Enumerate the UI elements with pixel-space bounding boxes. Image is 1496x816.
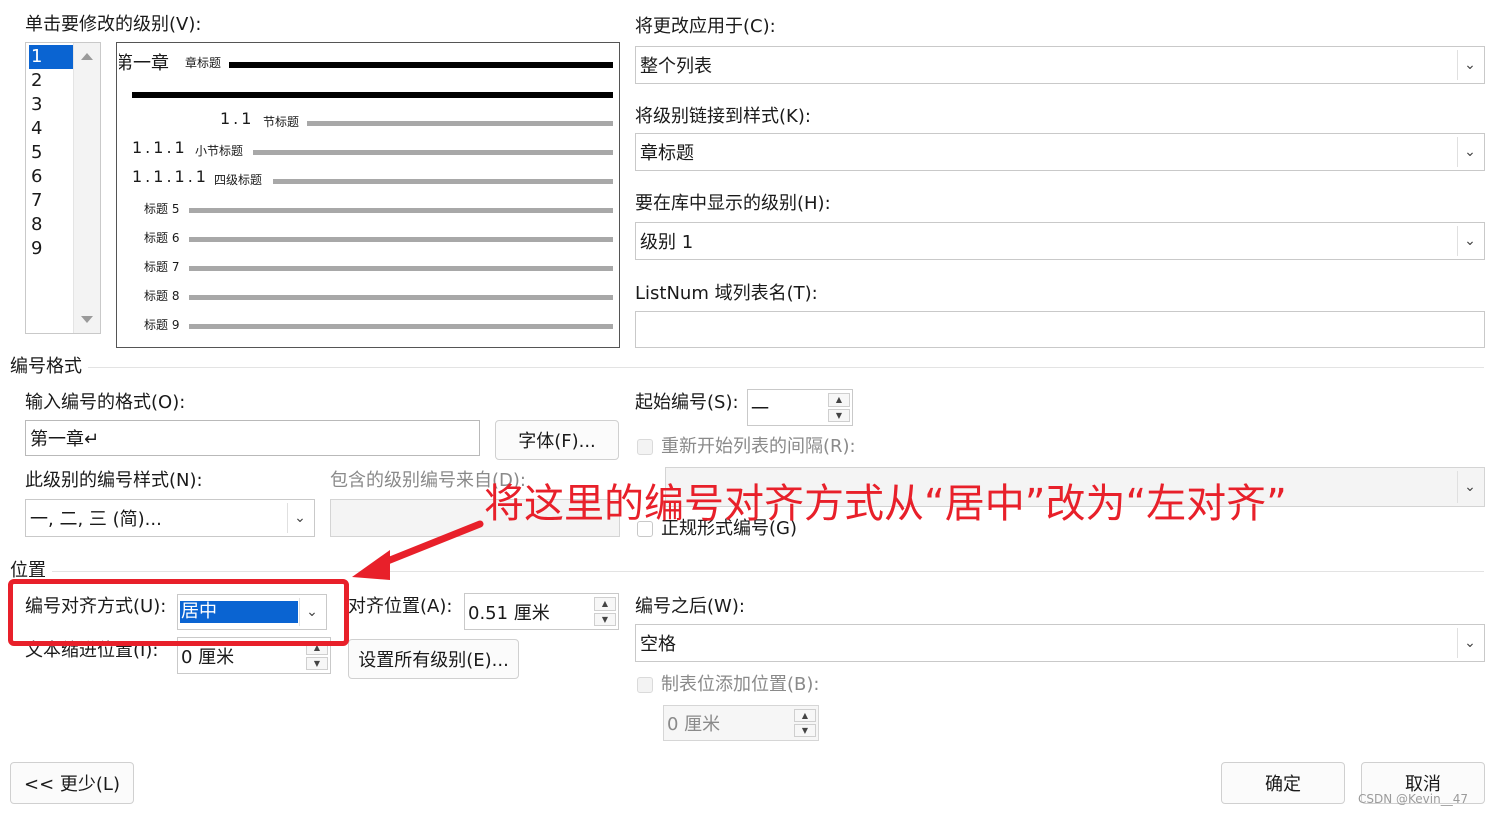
aligned-at-value: 0.51 厘米 (468, 602, 550, 624)
start-at-label: 起始编号(S): (635, 392, 739, 413)
level-item-5[interactable]: 5 (29, 141, 73, 165)
aligned-at-spinner[interactable]: 0.51 厘米 ▲ ▼ (464, 593, 619, 630)
number-style-combo[interactable]: 一, 二, 三 (简)... ⌄ (25, 499, 315, 537)
annotation-text: 将这里的编号对齐方式从“居中”改为“左对齐” (484, 481, 1287, 527)
level-list-label: 单击要修改的级别(V): (25, 14, 202, 35)
preview-level3-style: 小节标题 (195, 144, 244, 158)
position-divider (52, 571, 1484, 572)
preview-chapter-style: 章标题 (185, 56, 222, 70)
tab-stop-value: 0 厘米 (667, 714, 721, 735)
less-button[interactable]: << 更少(L) (10, 762, 134, 804)
chevron-down-icon[interactable]: ⌄ (1457, 137, 1482, 167)
number-style-label: 此级别的编号样式(N): (25, 470, 203, 491)
apply-to-combo[interactable]: 整个列表 ⌄ (635, 46, 1485, 84)
number-format-divider (88, 367, 1484, 368)
tab-stop-label: 制表位添加位置(B): (661, 674, 820, 695)
spin-down-icon[interactable]: ▼ (828, 408, 850, 422)
level-item-6[interactable]: 6 (29, 165, 73, 189)
level-item-3[interactable]: 3 (29, 93, 73, 117)
preview-chapter-number: 第一章 (116, 53, 169, 74)
chevron-down-icon[interactable]: ⌄ (1457, 50, 1482, 80)
preview-heading7-line (189, 266, 613, 271)
annotation-highlight-box (8, 579, 349, 646)
follow-number-value: 空格 (640, 634, 676, 655)
preview-level2-number: 1.1 (220, 109, 255, 128)
preview-heading8-line (189, 295, 613, 300)
level-preview: 第一章 章标题 1.1 节标题 1.1.1 小节标题 1.1.1.1 四级标题 … (116, 42, 620, 348)
preview-heading8: 标题 8 (144, 289, 180, 303)
preview-level2-line (307, 121, 613, 126)
level-item-8[interactable]: 8 (29, 213, 73, 237)
spin-down-icon[interactable]: ▼ (306, 656, 328, 670)
watermark: CSDN @Kevin__47 (1358, 792, 1468, 806)
apply-to-label: 将更改应用于(C): (635, 16, 776, 37)
format-input[interactable]: 第一章↵ (25, 420, 480, 456)
format-value: 第一章↵ (30, 429, 100, 450)
annotation-arrow-icon (352, 520, 484, 580)
restart-label: 重新开始列表的间隔(R): (661, 436, 856, 457)
gallery-level-combo[interactable]: 级别 1 ⌄ (635, 222, 1485, 260)
tab-stop-checkbox[interactable] (637, 677, 653, 693)
ok-button[interactable]: 确定 (1221, 762, 1345, 804)
preview-level4-style: 四级标题 (214, 173, 263, 187)
preview-heading5: 标题 5 (144, 202, 180, 216)
spin-down-icon[interactable]: ▼ (594, 612, 616, 626)
preview-level4-line (273, 179, 613, 184)
link-style-value: 章标题 (640, 143, 694, 164)
chevron-down-icon[interactable]: ⌄ (287, 503, 312, 533)
level-item-7[interactable]: 7 (29, 189, 73, 213)
spin-up-icon[interactable]: ▲ (594, 597, 616, 611)
format-label: 输入编号的格式(O): (25, 392, 186, 413)
level-list[interactable]: 1 2 3 4 5 6 7 8 9 (25, 42, 101, 334)
start-at-spinner[interactable]: 一 ▲ ▼ (747, 389, 853, 426)
preview-heading9: 标题 9 (144, 318, 180, 332)
link-style-label: 将级别链接到样式(K): (635, 106, 811, 127)
preview-level2-style: 节标题 (263, 115, 300, 129)
text-indent-value: 0 厘米 (181, 646, 235, 668)
preview-level4-number: 1.1.1.1 (132, 167, 209, 186)
scroll-down-icon[interactable] (81, 316, 93, 323)
chevron-down-icon[interactable]: ⌄ (1457, 471, 1482, 503)
level-item-2[interactable]: 2 (29, 69, 73, 93)
link-style-combo[interactable]: 章标题 ⌄ (635, 133, 1485, 171)
preview-level3-line (253, 150, 613, 155)
apply-to-value: 整个列表 (640, 56, 712, 77)
tab-stop-spinner[interactable]: 0 厘米 ▲ ▼ (663, 705, 819, 741)
preview-level3-number: 1.1.1 (132, 138, 188, 157)
preview-heading6: 标题 6 (144, 231, 180, 245)
level-item-4[interactable]: 4 (29, 117, 73, 141)
scroll-up-icon[interactable] (81, 53, 93, 60)
preview-chapter-line2 (132, 92, 613, 98)
preview-heading7: 标题 7 (144, 260, 180, 274)
gallery-level-value: 级别 1 (640, 232, 694, 253)
spin-up-icon[interactable]: ▲ (828, 393, 850, 407)
chevron-down-icon[interactable]: ⌄ (1457, 628, 1482, 658)
number-format-section-title: 编号格式 (10, 356, 82, 377)
preview-heading5-line (189, 208, 613, 213)
preview-heading6-line (189, 237, 613, 242)
preview-chapter-line (229, 62, 613, 68)
set-all-levels-button[interactable]: 设置所有级别(E)... (348, 639, 519, 679)
preview-heading9-line (189, 324, 613, 329)
listnum-input[interactable] (635, 311, 1485, 348)
gallery-level-label: 要在库中显示的级别(H): (635, 193, 831, 214)
start-at-value: 一 (751, 398, 769, 420)
listnum-label: ListNum 域列表名(T): (635, 283, 818, 304)
chevron-down-icon[interactable]: ⌄ (1457, 226, 1482, 256)
spin-down-icon[interactable]: ▼ (794, 724, 816, 737)
spin-up-icon[interactable]: ▲ (794, 709, 816, 722)
number-style-value: 一, 二, 三 (简)... (30, 509, 162, 530)
restart-checkbox[interactable] (637, 439, 653, 455)
level-item-1[interactable]: 1 (29, 45, 73, 69)
level-item-9[interactable]: 9 (29, 237, 73, 261)
follow-number-label: 编号之后(W): (635, 596, 745, 617)
level-list-scrollbar[interactable] (73, 43, 100, 333)
follow-number-combo[interactable]: 空格 ⌄ (635, 624, 1485, 662)
font-button[interactable]: 字体(F)... (495, 420, 619, 460)
aligned-at-label: 对齐位置(A): (348, 596, 453, 617)
